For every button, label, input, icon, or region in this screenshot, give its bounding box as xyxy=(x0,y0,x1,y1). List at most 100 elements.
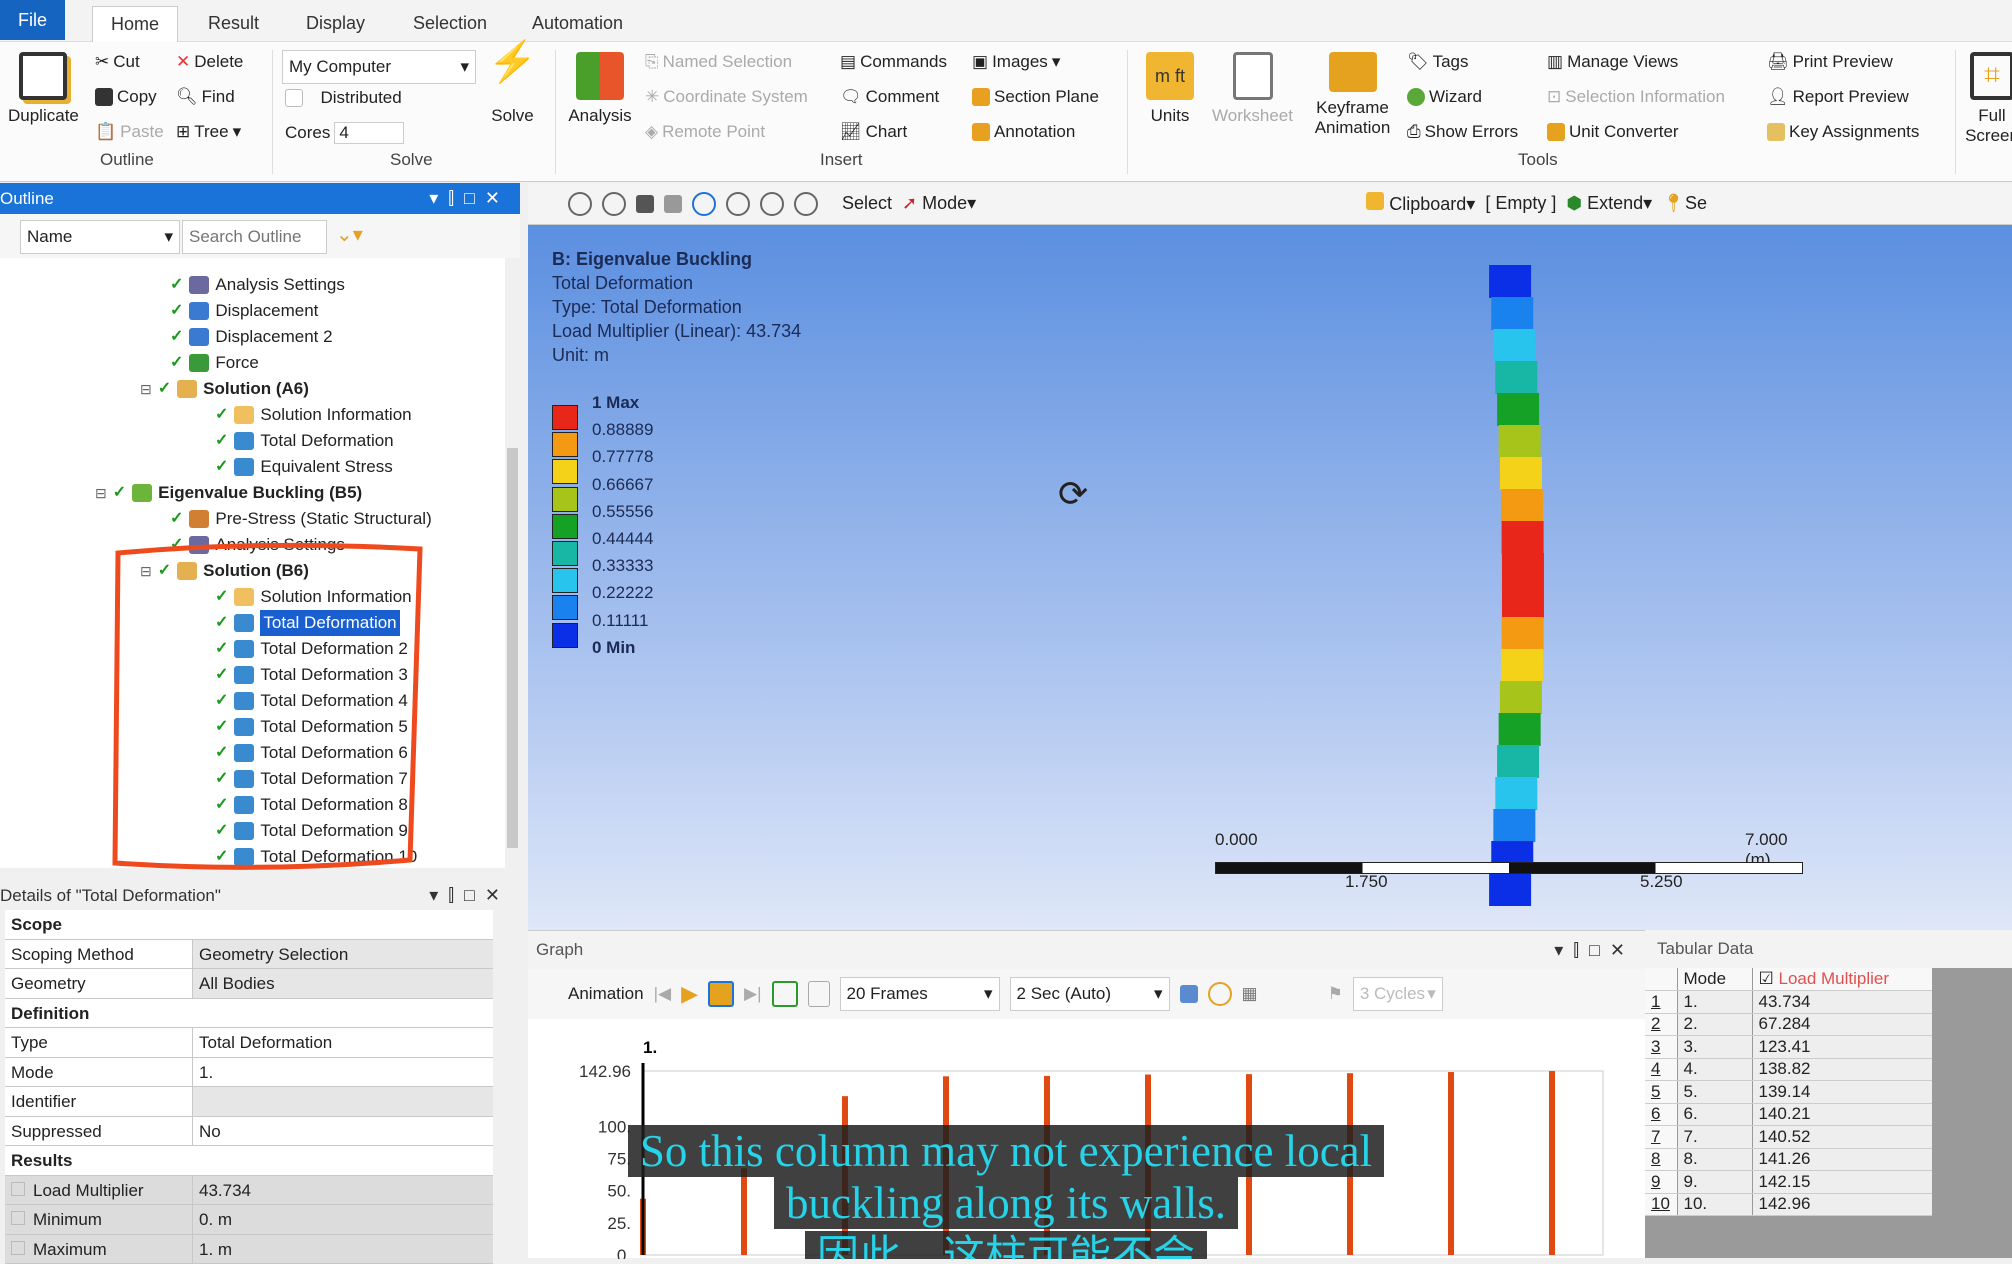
tab-display[interactable]: Display xyxy=(288,6,383,42)
comment-button[interactable]: 🗨︎Comment xyxy=(840,87,939,107)
full-screen-button[interactable]: ⌗Full Screen xyxy=(1962,52,2012,146)
frames-dropdown[interactable]: 20 Frames xyxy=(840,977,1000,1011)
table-row[interactable]: 55.139.14 xyxy=(1645,1081,1932,1104)
stop-icon[interactable] xyxy=(708,981,734,1007)
previous-frame-icon[interactable]: |◀ xyxy=(654,984,672,1004)
cores-input[interactable]: 4 xyxy=(334,122,404,144)
find-button[interactable]: 🔍︎Find xyxy=(176,87,235,107)
tree-item[interactable]: ✓Equivalent Stress xyxy=(215,454,393,480)
distributed-frames-icon[interactable] xyxy=(772,981,798,1007)
table-row[interactable]: 33.123.41 xyxy=(1645,1036,1932,1059)
zoom-icon[interactable] xyxy=(1208,982,1232,1006)
tab-file[interactable]: File xyxy=(0,0,65,40)
details-row[interactable]: TypeTotal Deformation xyxy=(5,1028,493,1058)
section-plane-button[interactable]: Section Plane xyxy=(972,87,1099,107)
coordinate-system-button[interactable]: ✳Coordinate System xyxy=(645,87,808,107)
show-errors-button[interactable]: ⎙Show Errors xyxy=(1407,122,1518,142)
chevron-down-icon[interactable]: ⌄▾ xyxy=(336,222,363,247)
annotation-button[interactable]: Annotation xyxy=(972,122,1075,142)
duration-dropdown[interactable]: 2 Sec (Auto) xyxy=(1010,977,1170,1011)
wizard-button[interactable]: Wizard xyxy=(1407,87,1482,107)
named-selection-button[interactable]: ⎘Named Selection xyxy=(645,52,792,72)
worksheet-button[interactable]: Worksheet xyxy=(1205,52,1300,126)
tree-item[interactable]: ✓Solution Information xyxy=(215,402,412,428)
cycles-dropdown[interactable]: 3 Cycles xyxy=(1353,977,1443,1011)
tree-item[interactable]: ✓Displacement 2 xyxy=(170,324,333,350)
box-icon[interactable] xyxy=(664,195,682,213)
clipboard-button[interactable]: Clipboard▾ xyxy=(1366,192,1475,215)
next-frame-icon[interactable]: ▶| xyxy=(744,984,762,1004)
property-value[interactable]: Total Deformation xyxy=(193,1028,493,1057)
analysis-button[interactable]: Analysis xyxy=(565,52,635,126)
panel-controls[interactable]: ▾⫿□✕ xyxy=(1554,931,1635,969)
table-row[interactable]: 11.43.734 xyxy=(1645,991,1932,1014)
mode-button[interactable]: ➚ Mode▾ xyxy=(902,193,976,214)
chart-button[interactable]: 📈︎Chart xyxy=(840,122,907,142)
panel-controls[interactable]: ▾⫿□✕ xyxy=(429,880,510,911)
zoom-out-icon[interactable] xyxy=(602,192,626,216)
tree-item[interactable]: ✓Analysis Settings xyxy=(170,272,345,298)
solve-target-dropdown[interactable]: My Computer xyxy=(282,50,476,84)
tags-button[interactable]: 🏷︎Tags xyxy=(1407,52,1469,72)
tab-home[interactable]: Home xyxy=(92,6,178,42)
table-row[interactable]: 44.138.82 xyxy=(1645,1058,1932,1081)
keyframe-animation-button[interactable]: Keyframe Animation xyxy=(1305,52,1400,138)
extend-button[interactable]: ⬢ Extend▾ xyxy=(1566,193,1652,214)
tab-automation[interactable]: Automation xyxy=(514,6,641,42)
column-header-load-multiplier[interactable]: ☑ Load Multiplier xyxy=(1752,968,1932,991)
collapse-icon[interactable]: ⊟ xyxy=(140,376,152,402)
filter-type-dropdown[interactable]: Name xyxy=(20,220,180,254)
cut-button[interactable]: ✂Cut xyxy=(95,52,140,72)
manage-views-button[interactable]: ▥Manage Views xyxy=(1547,52,1678,72)
panel-controls[interactable]: ▾⫿□✕ xyxy=(429,183,510,214)
tree-item[interactable]: ✓Displacement xyxy=(170,298,318,324)
print-preview-button[interactable]: 🖨︎Print Preview xyxy=(1767,52,1893,72)
zoom-in-icon[interactable] xyxy=(568,192,592,216)
tree-item[interactable]: ⊟✓Solution (A6) xyxy=(140,376,309,402)
tree-item[interactable]: ✓Pre-Stress (Static Structural) xyxy=(170,506,432,532)
search-outline-input[interactable] xyxy=(182,220,327,254)
unit-converter-button[interactable]: Unit Converter xyxy=(1547,122,1679,142)
zoom-box-icon[interactable] xyxy=(760,192,784,216)
graphics-viewport[interactable]: B: Eigenvalue Buckling Total Deformation… xyxy=(528,225,2012,930)
export-video-icon[interactable] xyxy=(1180,985,1198,1003)
select-tool-button[interactable]: 📍︎Se xyxy=(1662,193,1707,214)
paste-button[interactable]: 📋Paste xyxy=(95,122,164,142)
distributed-checkbox[interactable]: Distributed xyxy=(285,88,402,108)
tree-button[interactable]: ⊞Tree▾ xyxy=(176,122,241,142)
property-value[interactable]: All Bodies xyxy=(193,969,493,998)
details-row[interactable]: Mode1. xyxy=(5,1058,493,1088)
collapse-icon[interactable]: ⊟ xyxy=(95,480,107,506)
selection-information-button[interactable]: ⊡Selection Information xyxy=(1547,87,1725,107)
outline-scrollbar[interactable] xyxy=(505,258,520,868)
commands-button[interactable]: ▤Commands xyxy=(840,52,947,72)
play-icon[interactable]: ▶ xyxy=(681,981,698,1007)
table-row[interactable]: 66.140.21 xyxy=(1645,1103,1932,1126)
tab-result[interactable]: Result xyxy=(190,6,277,42)
tab-selection[interactable]: Selection xyxy=(395,6,505,42)
tree-item[interactable]: ✓Total Deformation xyxy=(215,428,394,454)
pan-icon[interactable] xyxy=(726,192,750,216)
key-assignments-button[interactable]: Key Assignments xyxy=(1767,122,1919,142)
details-row[interactable]: Scoping MethodGeometry Selection xyxy=(5,940,493,970)
property-value[interactable]: 1. xyxy=(193,1058,493,1087)
solve-button[interactable]: ⚡Solve xyxy=(485,52,540,126)
tree-item[interactable]: ⊟✓Eigenvalue Buckling (B5) xyxy=(95,480,362,506)
remote-point-button[interactable]: ◈Remote Point xyxy=(645,122,765,142)
report-preview-button[interactable]: 👤︎Report Preview xyxy=(1767,87,1909,107)
details-row[interactable]: GeometryAll Bodies xyxy=(5,969,493,999)
property-value[interactable]: Geometry Selection xyxy=(193,940,493,969)
units-button[interactable]: m ftUnits xyxy=(1140,52,1200,126)
grid-icon[interactable]: ▦ xyxy=(1242,984,1258,1004)
checkbox-checked-icon[interactable]: ☑ xyxy=(1759,969,1774,988)
property-value[interactable] xyxy=(193,1087,493,1116)
details-row[interactable]: Identifier xyxy=(5,1087,493,1117)
images-button[interactable]: ▣Images▾ xyxy=(972,52,1060,72)
copy-button[interactable]: Copy xyxy=(95,87,157,107)
result-sets-icon[interactable] xyxy=(808,981,830,1007)
duplicate-button[interactable]: Duplicate xyxy=(8,52,78,126)
rotate-icon[interactable] xyxy=(692,192,716,216)
tree-item[interactable]: ✓Force xyxy=(170,350,259,376)
iso-view-icon[interactable] xyxy=(636,195,654,213)
table-row[interactable]: 22.67.284 xyxy=(1645,1013,1932,1036)
